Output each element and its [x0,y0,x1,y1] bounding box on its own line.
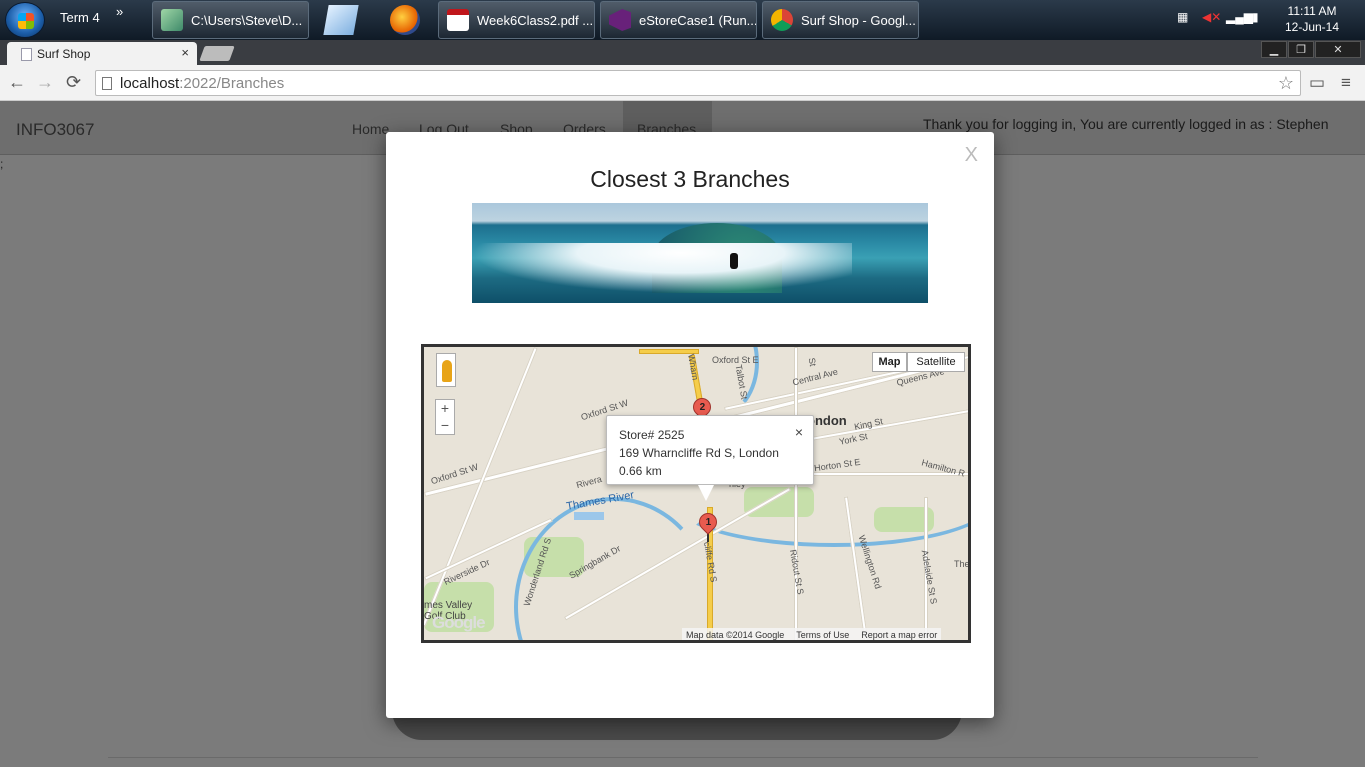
start-button[interactable] [5,2,45,38]
visual-studio-icon [609,9,631,31]
pond [574,512,604,520]
zoom-out-button[interactable]: − [436,417,454,434]
nav-home[interactable]: Home [352,121,389,137]
chrome-icon [771,9,793,31]
label-adelaide-st-s: Adelaide St S [919,549,939,605]
modal-close-button[interactable]: X [965,144,978,167]
map-data-credit: Map data ©2014 Google [686,630,785,640]
reload-icon[interactable]: ⟳ [66,72,81,93]
taskbar-explorer-button[interactable]: C:\Users\Steve\D... [152,1,309,39]
thames-river [514,497,714,640]
marker-info-window: × Store# 2525 169 Wharncliffe Rd S, Lond… [606,415,814,485]
report-map-error-link[interactable]: Report a map error [861,630,937,640]
taskbar-pdf-button[interactable]: Week6Class2.pdf ... [438,1,595,39]
taskbar-visualstudio-button[interactable]: eStoreCase1 (Run... [600,1,757,39]
tab-surf-shop[interactable]: Surf Shop × [7,42,197,65]
zoom-control: + − [435,399,455,435]
road-ridout [794,347,798,640]
signal-icon[interactable]: ▂▄▆ [1226,10,1253,24]
footer-divider [108,757,1258,758]
google-logo[interactable]: Google [432,613,486,633]
terms-of-use-link[interactable]: Terms of Use [796,630,849,640]
volume-muted-icon[interactable]: ◀✕ [1202,10,1221,24]
page-icon [102,77,112,90]
toolbar-term-label[interactable]: Term 4 [60,10,100,25]
info-store: Store# 2525 [619,428,685,442]
browser-tab-strip: Surf Shop × ▁ ❐ ✕ [0,40,1365,65]
modal-title: Closest 3 Branches [590,166,790,192]
branches-modal: X Closest 3 Branches Oxford St E Oxford … [386,132,994,718]
toolbar-overflow-icon[interactable]: » [116,4,123,19]
battery-icon[interactable]: ▮ [1252,10,1259,24]
new-tab-button[interactable] [199,46,235,61]
label-ridout-st-s: Ridout St S [787,548,806,596]
window-close-button[interactable]: ✕ [1315,41,1361,58]
notepad-icon[interactable] [323,5,359,35]
welcome-message: Thank you for logging in, You are curren… [923,116,1329,132]
surf-banner-image [472,203,928,303]
bookmark-star-icon[interactable]: ☆ [1278,73,1294,94]
info-window-close-icon[interactable]: × [795,423,803,441]
map-type-map-button[interactable]: Map [872,352,907,372]
windows-taskbar: Term 4 » C:\Users\Steve\D... Week6Class2… [0,0,1365,40]
surfer-figure [730,253,738,269]
address-bar[interactable]: localhost:2022/Branches ☆ [95,70,1301,96]
label-oxford-st-e: Oxford St E [712,355,759,365]
chrome-menu-icon[interactable]: ≡ [1341,73,1351,93]
window-restore-button[interactable]: ❐ [1288,41,1314,58]
cast-icon[interactable]: ▭ [1309,73,1325,93]
label-rivera: Rivera [575,473,603,491]
stray-text: ; [0,157,4,171]
map-attribution: Map data ©2014 Google Terms of Use Repor… [682,628,942,640]
label-the: The [954,559,970,569]
info-window-tail [698,485,714,501]
browser-toolbar: ← → ⟳ localhost:2022/Branches ☆ ▭ ≡ [0,65,1365,101]
site-brand[interactable]: INFO3067 [16,120,94,140]
firefox-icon[interactable] [390,5,420,35]
street-view-pegman-icon[interactable] [436,353,456,387]
zoom-in-button[interactable]: + [436,400,454,417]
page-favicon-icon [21,48,32,61]
network-tray-icon[interactable]: ▦ [1177,10,1188,24]
system-clock[interactable]: 11:11 AM 12-Jun-14 [1282,3,1342,35]
back-icon[interactable]: ← [8,72,26,93]
info-distance: 0.66 km [619,464,662,478]
pdf-icon [447,9,469,31]
tab-close-icon[interactable]: × [181,45,189,60]
url-host: localhost [120,75,180,92]
taskbar-chrome-button[interactable]: Surf Shop - Googl... [762,1,919,39]
info-address: 169 Wharncliffe Rd S, London [619,446,779,460]
windows-logo-icon [18,13,34,29]
window-minimize-button[interactable]: ▁ [1261,41,1287,58]
wave-foam [472,243,852,293]
forward-icon[interactable]: → [36,72,54,93]
url-path: :2022/Branches [179,75,285,92]
label-st: St [806,356,818,368]
branch-map[interactable]: Oxford St E Oxford St W Oxford St W Whar… [421,344,971,643]
map-type-satellite-button[interactable]: Satellite [907,352,965,372]
folder-icon [161,9,183,31]
